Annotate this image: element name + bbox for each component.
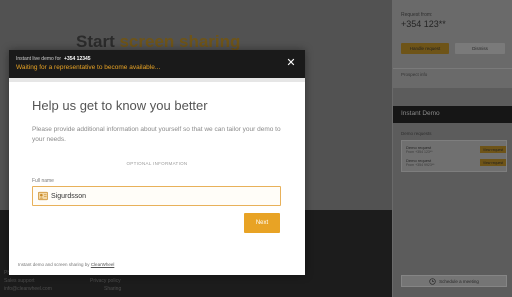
handle-request-button[interactable]: Handle request — [401, 43, 449, 54]
full-name-field[interactable]: Sigurdsson — [32, 186, 281, 206]
optional-information-label: OPTIONAL INFORMATION — [126, 161, 188, 166]
background-title: Start screen sharing — [76, 32, 240, 52]
header-number: +354 12345 — [64, 56, 91, 62]
footer-text: Sales support — [4, 278, 35, 284]
dialog-title: Help us get to know you better — [32, 98, 208, 113]
request-number: +354 123** — [401, 19, 446, 29]
prospect-info-label: Prospect info — [401, 72, 428, 77]
footer-text: Sharing — [104, 286, 122, 292]
footer-credit-text: Instant demo and screen sharing by — [18, 262, 90, 267]
list-item: Demo request From +354 9923** — [406, 158, 435, 168]
dialog-description: Please provide additional information ab… — [32, 126, 281, 143]
footer-text: Privacy policy — [90, 278, 121, 284]
clock-icon — [429, 277, 436, 285]
contact-card-icon — [38, 191, 48, 201]
demo-requests-card: Demo request From +354 123** View reques… — [401, 140, 507, 172]
instant-demo-title: Instant Demo — [401, 110, 440, 117]
demo-info-dialog: Instant live demo for +354 12345 Waiting … — [9, 50, 305, 275]
footer-text: info@clearwheel.com — [4, 286, 52, 292]
schedule-meeting-button[interactable]: Schedule a meeting — [401, 275, 507, 287]
dismiss-button[interactable]: Dismiss — [455, 43, 505, 54]
dialog-divider — [9, 78, 305, 82]
header-label-text: Instant live demo for — [16, 56, 62, 62]
prospect-info-section[interactable]: Prospect info — [393, 68, 512, 90]
demo-requests-label: Demo requests — [401, 131, 432, 136]
full-name-value: Sigurdsson — [51, 192, 87, 200]
instant-demo-header: Instant Demo — [393, 106, 512, 123]
header-label: Instant live demo for +354 12345 — [16, 56, 91, 62]
request-from: From +354 123** — [406, 150, 433, 154]
close-icon[interactable]: ✕ — [285, 57, 297, 69]
view-request-button[interactable]: View request — [480, 159, 506, 166]
request-from: From +354 9923** — [406, 163, 435, 167]
background-title-prefix: Start — [76, 32, 115, 51]
list-item: Demo request From +354 123** — [406, 145, 433, 155]
waiting-status: Waiting for a representative to become a… — [16, 64, 161, 71]
dialog-footer: Instant demo and screen sharing by Clear… — [18, 262, 114, 267]
schedule-meeting-label: Schedule a meeting — [439, 278, 479, 284]
view-request-button[interactable]: View request — [480, 146, 506, 153]
full-name-label: Full name — [32, 178, 54, 184]
clearwheel-link[interactable]: ClearWheel — [91, 262, 115, 267]
agent-panel: Request from: +354 123** Handle request … — [392, 0, 512, 297]
request-from-label: Request from: — [401, 12, 433, 18]
next-button[interactable]: Next — [244, 213, 280, 233]
background-title-accent: screen sharing — [119, 32, 241, 51]
dialog-header: Instant live demo for +354 12345 Waiting … — [9, 50, 305, 78]
